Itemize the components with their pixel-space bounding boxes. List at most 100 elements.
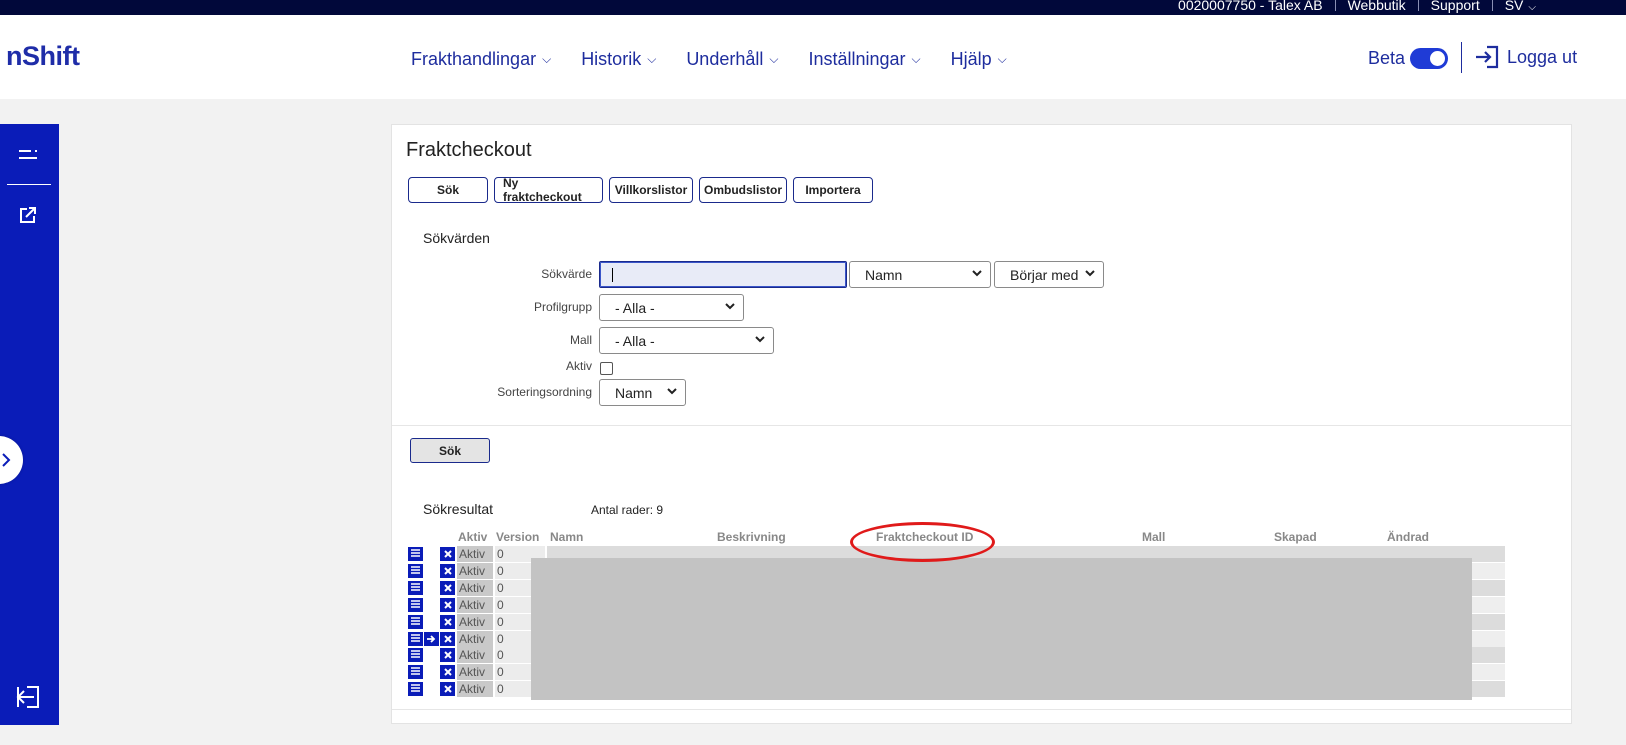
active-label: Aktiv (565, 359, 592, 373)
menu-lines-icon[interactable] (15, 142, 41, 168)
delete-icon[interactable] (440, 563, 455, 578)
redacted-area (531, 558, 1472, 700)
search-section-title: Sökvärden (423, 230, 490, 246)
active-cell: Aktiv (457, 546, 493, 562)
chevron-down-icon: ⌵ (1528, 2, 1536, 13)
delete-icon[interactable] (440, 547, 455, 561)
template-label: Mall (569, 333, 592, 347)
delete-icon[interactable] (440, 597, 455, 612)
profile-group-value: - Alla - (615, 299, 655, 316)
sort-order-select[interactable]: Namn (599, 379, 686, 406)
agent-lists-button[interactable]: Ombudslistor (699, 177, 787, 203)
match-select-value: Börjar med (1010, 266, 1079, 283)
nshift-logo[interactable]: nShift (6, 41, 80, 72)
active-cell: Aktiv (457, 647, 493, 664)
account-label: 0020007750 - Talex AB (1178, 0, 1323, 13)
chevron-down-icon (755, 336, 765, 343)
column-header[interactable]: Mall (1142, 530, 1165, 544)
nav-label: Inställningar (808, 49, 906, 69)
share-icon[interactable] (15, 202, 41, 228)
search-tab-button[interactable]: Sök (408, 177, 488, 203)
details-icon[interactable] (408, 563, 423, 578)
delete-icon[interactable] (440, 631, 455, 646)
delete-icon[interactable] (440, 682, 455, 697)
profile-group-select[interactable]: - Alla - (599, 294, 744, 321)
new-checkout-button[interactable]: Ny fraktcheckout (494, 176, 603, 204)
field-select[interactable]: Namn (849, 261, 991, 288)
divider (1461, 42, 1462, 73)
delete-icon[interactable] (440, 614, 455, 629)
delete-icon[interactable] (440, 665, 455, 680)
sort-order-label: Sorteringsordning (497, 385, 592, 399)
active-cell: Aktiv (457, 613, 493, 630)
nav-label: Historik (581, 49, 642, 69)
divider (7, 184, 51, 185)
search-value-label: Sökvärde (541, 267, 592, 281)
main-header: nShift Frakthandlingar ⌵ Historik ⌵ Underh… (0, 15, 1626, 99)
chevron-down-icon: ⌵ (542, 52, 552, 66)
column-header[interactable]: Ändrad (1387, 530, 1429, 544)
column-header[interactable]: Version (496, 530, 539, 544)
chevron-down-icon: ⌵ (647, 52, 657, 66)
terms-lists-button[interactable]: Villkorslistor (609, 177, 693, 203)
chevron-down-icon: ⌵ (997, 52, 1007, 66)
nav-label: Hjälp (950, 49, 992, 69)
logout-label: Logga ut (1507, 46, 1578, 67)
details-icon[interactable] (408, 665, 423, 680)
chevron-down-icon: ⌵ (911, 52, 921, 66)
column-header[interactable]: Beskrivning (717, 530, 786, 544)
chevron-down-icon (1085, 270, 1095, 277)
arrow-right-icon[interactable] (424, 631, 439, 646)
text-caret (612, 268, 613, 282)
match-select[interactable]: Börjar med (994, 261, 1104, 288)
import-button[interactable]: Importera (793, 177, 873, 203)
row-count: Antal rader: 9 (591, 503, 664, 517)
details-icon[interactable] (408, 614, 423, 629)
nav-historik[interactable]: Historik ⌵ (581, 49, 656, 70)
nav-underhall[interactable]: Underhåll ⌵ (686, 49, 778, 70)
account-strip: 0020007750 - Talex AB Webbutik Support S… (0, 0, 1626, 15)
language-label: SV (1504, 0, 1524, 13)
divider (392, 709, 1571, 710)
nav-frakthandlingar[interactable]: Frakthandlingar ⌵ (411, 49, 551, 70)
page-title: Fraktcheckout (406, 139, 532, 161)
details-icon[interactable] (408, 682, 423, 697)
search-submit-button[interactable]: Sök (410, 438, 490, 463)
chevron-down-icon (725, 303, 735, 310)
sort-order-value: Namn (615, 384, 653, 401)
active-cell: Aktiv (457, 630, 493, 647)
column-header[interactable]: Skapad (1274, 530, 1317, 544)
language-selector[interactable]: SV ⌵ (1493, 0, 1548, 13)
details-icon[interactable] (408, 648, 423, 663)
delete-icon[interactable] (440, 580, 455, 595)
nav-installningar[interactable]: Inställningar ⌵ (808, 49, 920, 70)
action-buttons: Sök Ny fraktcheckout Villkorslistor Ombu… (408, 176, 873, 204)
webshop-link[interactable]: Webbutik (1336, 0, 1418, 13)
details-icon[interactable] (408, 631, 423, 646)
active-cell: Aktiv (457, 664, 493, 681)
results-title: Sökresultat (423, 501, 494, 517)
sidebar-expand-button[interactable] (0, 436, 23, 484)
profile-group-label: Profilgrupp (533, 300, 592, 314)
sidebar-logout-icon[interactable] (15, 684, 41, 710)
delete-icon[interactable] (440, 648, 455, 663)
toggle-knob (1430, 51, 1445, 66)
column-header[interactable]: Namn (550, 530, 583, 544)
logout-button[interactable]: Logga ut (1474, 45, 1577, 69)
active-checkbox[interactable] (600, 362, 613, 375)
search-input[interactable] (599, 261, 847, 288)
active-cell: Aktiv (457, 596, 493, 613)
details-icon[interactable] (408, 597, 423, 612)
fraktcheckout-panel: Fraktcheckout Sök Ny fraktcheckout Villk… (391, 124, 1572, 724)
details-icon[interactable] (408, 580, 423, 595)
details-icon[interactable] (408, 547, 423, 561)
nav-label: Underhåll (686, 49, 764, 69)
beta-toggle[interactable] (1410, 48, 1448, 69)
active-cell: Aktiv (457, 579, 493, 596)
nav-hjalp[interactable]: Hjälp ⌵ (951, 49, 1007, 70)
annotation-ellipse (850, 522, 995, 562)
login-arrow-icon (1476, 45, 1499, 69)
template-select[interactable]: - Alla - (599, 327, 774, 354)
support-link[interactable]: Support (1419, 0, 1492, 13)
column-header[interactable]: Aktiv (458, 530, 487, 544)
